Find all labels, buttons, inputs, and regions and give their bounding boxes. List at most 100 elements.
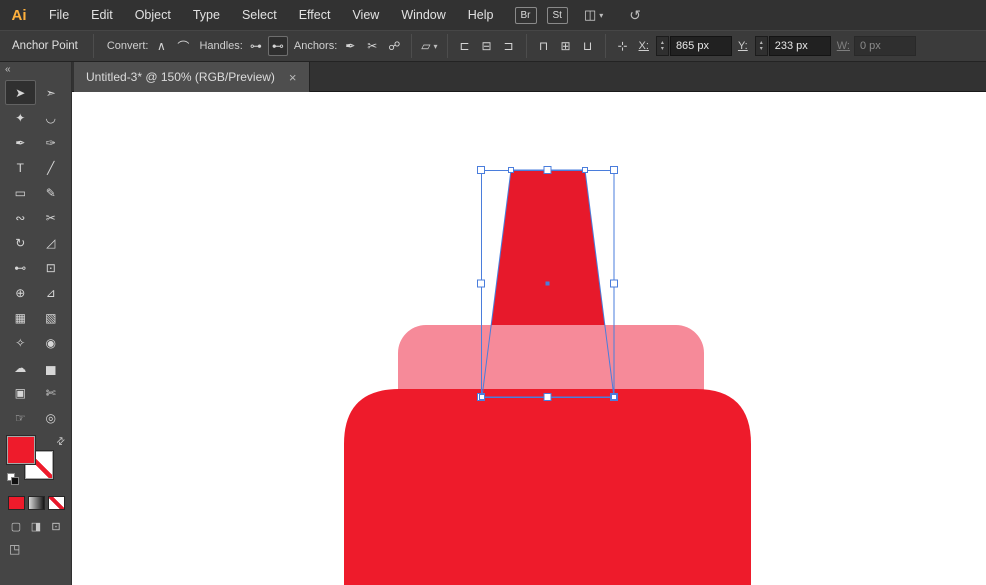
- align-vertical-group: ⊓⊞⊔: [534, 36, 598, 56]
- divider: [93, 34, 94, 58]
- document-tab[interactable]: Untitled-3* @ 150% (RGB/Preview) ×: [74, 62, 310, 92]
- scissors-tool[interactable]: ✂: [36, 205, 67, 230]
- zoom-tool[interactable]: ◎: [36, 405, 67, 430]
- chevron-down-icon: ▾: [599, 11, 603, 20]
- x-input[interactable]: 865 px: [670, 36, 732, 56]
- gradient-tool[interactable]: ▧: [36, 305, 67, 330]
- convert-buttons-group: ∧⌒: [151, 36, 193, 56]
- blend-tool[interactable]: ◉: [36, 330, 67, 355]
- menu-object[interactable]: Object: [124, 0, 182, 30]
- convert-label: Convert:: [107, 40, 149, 52]
- menubar: Ai FileEditObjectTypeSelectEffectViewWin…: [0, 0, 986, 30]
- share-icon[interactable]: ↺: [629, 7, 641, 24]
- convert-to-corner-button[interactable]: ∧: [151, 36, 171, 56]
- menu-view[interactable]: View: [341, 0, 390, 30]
- anchor-top-left: [509, 168, 514, 173]
- color-button[interactable]: [8, 496, 25, 510]
- artwork-svg: [72, 92, 986, 585]
- workspace-switcher[interactable]: ◫ ▾: [584, 7, 603, 23]
- align-h-center-button[interactable]: ⊟: [477, 36, 497, 56]
- x-label: X:: [639, 40, 649, 52]
- gradient-button[interactable]: [28, 496, 45, 510]
- artboard-tool[interactable]: ▣: [5, 380, 36, 405]
- y-stepper[interactable]: ▴ ▾: [755, 36, 768, 56]
- w-label: W:: [837, 40, 850, 52]
- align-v-center-button[interactable]: ⊞: [556, 36, 576, 56]
- handle-top-mid: [544, 167, 551, 174]
- column-graph-tool[interactable]: ▅: [36, 355, 67, 380]
- menu-file[interactable]: File: [38, 0, 80, 30]
- tools-grid: ➤➣✦◡✒✑T╱▭✎∾✂↻◿⊷⊡⊕⊿▦▧✧◉☁▅▣✄☞◎: [0, 78, 71, 430]
- draw-inside-button[interactable]: ⊡: [48, 518, 64, 534]
- cut-path-button[interactable]: ✒: [340, 36, 360, 56]
- align-top-button[interactable]: ⊓: [534, 36, 554, 56]
- menu-type[interactable]: Type: [182, 0, 231, 30]
- draw-behind-button[interactable]: ◨: [28, 518, 44, 534]
- handles-buttons-group: ⊶⊷: [246, 36, 288, 56]
- shape-properties-dropdown[interactable]: ▱ ▾: [421, 39, 437, 53]
- stepper-down-icon: ▾: [661, 46, 664, 52]
- x-stepper[interactable]: ▴ ▾: [656, 36, 669, 56]
- direct-selection-tool[interactable]: ➣: [36, 80, 67, 105]
- align-left-button[interactable]: ⊏: [455, 36, 475, 56]
- center-point: [546, 282, 550, 286]
- paintbrush-tool[interactable]: ✎: [36, 180, 67, 205]
- default-colors-icon[interactable]: [7, 473, 21, 487]
- fill-stroke-widget: ⇄: [7, 436, 71, 488]
- menu-window[interactable]: Window: [390, 0, 456, 30]
- fill-color-swatch[interactable]: [7, 436, 35, 464]
- bridge-button[interactable]: Br: [515, 7, 537, 24]
- magic-wand-tool[interactable]: ✦: [5, 105, 36, 130]
- align-right-button[interactable]: ⊐: [499, 36, 519, 56]
- convert-to-smooth-button[interactable]: ⌒: [173, 36, 193, 56]
- scale-tool[interactable]: ◿: [36, 230, 67, 255]
- selection-tool[interactable]: ➤: [5, 80, 36, 105]
- width-tool[interactable]: ⊷: [5, 255, 36, 280]
- screen-mode-button[interactable]: ◳: [9, 542, 25, 558]
- symbol-sprayer-tool[interactable]: ☁: [5, 355, 36, 380]
- connect-anchors-button[interactable]: ☍: [384, 36, 404, 56]
- menu-edit[interactable]: Edit: [80, 0, 124, 30]
- drawing-modes-row: ▢◨⊡: [8, 518, 71, 534]
- hand-tool[interactable]: ☞: [5, 405, 36, 430]
- collapse-toolbar-button[interactable]: «: [0, 62, 71, 78]
- slice-tool[interactable]: ✄: [36, 380, 67, 405]
- y-label: Y:: [738, 40, 748, 52]
- curvature-tool[interactable]: ✑: [36, 130, 67, 155]
- align-bottom-button[interactable]: ⊔: [578, 36, 598, 56]
- document-title: Untitled-3* @ 150% (RGB/Preview): [86, 70, 275, 84]
- shape-builder-tool[interactable]: ⊕: [5, 280, 36, 305]
- menu-help[interactable]: Help: [457, 0, 505, 30]
- free-transform-tool[interactable]: ⊡: [36, 255, 67, 280]
- hide-handles-button[interactable]: ⊷: [268, 36, 288, 56]
- align-horizontal-group: ⊏⊟⊐: [455, 36, 519, 56]
- close-tab-icon[interactable]: ×: [289, 70, 297, 85]
- stock-button[interactable]: St: [547, 7, 568, 24]
- type-tool[interactable]: T: [5, 155, 36, 180]
- y-input[interactable]: 233 px: [769, 36, 831, 56]
- stepper-down-icon: ▾: [760, 46, 763, 52]
- menu-effect[interactable]: Effect: [288, 0, 342, 30]
- show-handles-button[interactable]: ⊶: [246, 36, 266, 56]
- workspace-icon: ◫: [584, 7, 596, 23]
- canvas[interactable]: [72, 92, 986, 585]
- swap-fill-stroke-icon[interactable]: ⇄: [54, 435, 68, 449]
- rotate-tool[interactable]: ↻: [5, 230, 36, 255]
- shaper-tool[interactable]: ∾: [5, 205, 36, 230]
- anchors-label: Anchors:: [294, 40, 337, 52]
- eyedropper-tool[interactable]: ✧: [5, 330, 36, 355]
- rectangle-tool[interactable]: ▭: [5, 180, 36, 205]
- mesh-tool[interactable]: ▦: [5, 305, 36, 330]
- line-segment-tool[interactable]: ╱: [36, 155, 67, 180]
- menu-select[interactable]: Select: [231, 0, 288, 30]
- perspective-grid-tool[interactable]: ⊿: [36, 280, 67, 305]
- lasso-tool[interactable]: ◡: [36, 105, 67, 130]
- pen-tool[interactable]: ✒: [5, 130, 36, 155]
- bottle-body-shape[interactable]: [344, 389, 751, 585]
- handle-mid-left: [478, 280, 485, 287]
- remove-anchor-button[interactable]: ✂: [362, 36, 382, 56]
- divider: [605, 34, 606, 58]
- handle-mid-right: [611, 280, 618, 287]
- none-button[interactable]: [48, 496, 65, 510]
- draw-normal-button[interactable]: ▢: [8, 518, 24, 534]
